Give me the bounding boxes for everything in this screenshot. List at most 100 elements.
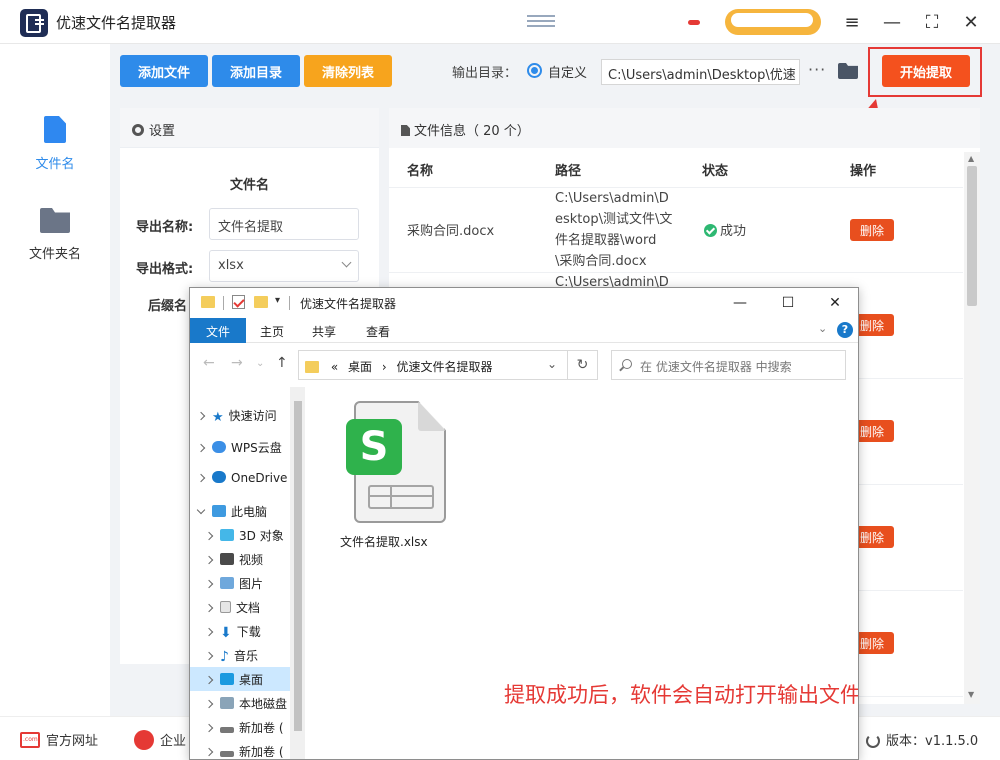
- tree-item-videos[interactable]: 视频: [190, 547, 290, 571]
- breadcrumb-desktop[interactable]: 桌面: [348, 360, 372, 374]
- ribbon-expand-icon[interactable]: ⌄: [818, 322, 827, 335]
- tree-scroll-thumb[interactable]: [294, 401, 302, 731]
- menu-icon[interactable]: ≡: [838, 8, 866, 36]
- custom-radio-label: 自定义: [548, 66, 588, 81]
- chevron-right-icon[interactable]: [196, 443, 206, 453]
- breadcrumb-overflow[interactable]: «: [331, 360, 338, 374]
- spreadsheet-grid-icon: [368, 485, 434, 509]
- separator: [289, 296, 290, 310]
- sidebar: 文件名 文件夹名: [0, 44, 110, 716]
- up-arrow-icon[interactable]: ↑: [276, 355, 288, 371]
- output-path-input[interactable]: C:\Users\admin\Desktop\优速: [601, 59, 800, 85]
- close-icon[interactable]: ✕: [957, 8, 985, 36]
- tree-item-downloads[interactable]: ⬇ 下载: [190, 619, 290, 643]
- chevron-right-icon[interactable]: [204, 747, 214, 757]
- promo-banner[interactable]: [725, 9, 821, 35]
- chevron-right-icon[interactable]: [204, 651, 214, 661]
- refresh-button[interactable]: ↻: [568, 350, 598, 380]
- tree-item-wps-cloud[interactable]: WPS云盘: [190, 435, 290, 459]
- tree-item-pictures[interactable]: 图片: [190, 571, 290, 595]
- clear-list-button[interactable]: 清除列表: [304, 55, 392, 87]
- chevron-right-icon[interactable]: [204, 579, 214, 589]
- sidebar-item-filename[interactable]: 文件名: [0, 116, 110, 172]
- breadcrumb-separator[interactable]: ›: [382, 360, 387, 374]
- version-info[interactable]: 版本：v1.1.5.0: [866, 730, 978, 749]
- annotation-text: 提取成功后，软件会自动打开输出文件夹: [504, 683, 859, 707]
- ribbon-tabs: 文件 主页 共享 查看 ⌄ ?: [190, 318, 858, 343]
- app-logo-icon: [20, 9, 48, 37]
- breadcrumb-current[interactable]: 优速文件名提取器: [396, 360, 492, 374]
- tree-item-documents[interactable]: 文档: [190, 595, 290, 619]
- tree-item-this-pc[interactable]: 此电脑: [190, 499, 290, 523]
- properties-icon[interactable]: [232, 295, 245, 309]
- start-extract-button[interactable]: 开始提取: [882, 55, 970, 87]
- chevron-right-icon[interactable]: [196, 411, 206, 421]
- settings-section-title: 文件名: [229, 178, 269, 193]
- file-info-title: 文件信息（ 20 个）: [414, 124, 530, 139]
- website-link[interactable]: 官方网址: [20, 730, 98, 749]
- tree-item-local-disk[interactable]: 本地磁盘: [190, 691, 290, 715]
- chevron-down-icon[interactable]: [196, 505, 206, 515]
- search-input[interactable]: 在 优速文件名提取器 中搜索: [611, 350, 846, 380]
- file-list-scrollbar[interactable]: ▲ ▼: [964, 152, 980, 704]
- enterprise-icon: [134, 730, 154, 750]
- minimize-icon[interactable]: —: [725, 292, 755, 314]
- chevron-right-icon[interactable]: [204, 531, 214, 541]
- new-folder-icon[interactable]: [254, 296, 268, 308]
- more-icon[interactable]: ···: [808, 60, 826, 79]
- maximize-icon[interactable]: ☐: [773, 292, 803, 314]
- delete-button[interactable]: 删除: [850, 219, 894, 241]
- drive-icon: [220, 697, 234, 709]
- file-area: S 文件名提取.xlsx 提取成功后，软件会自动打开输出文件夹: [306, 387, 859, 759]
- skin-icon[interactable]: [527, 15, 555, 29]
- drive-icon: [220, 727, 234, 733]
- chevron-right-icon[interactable]: [204, 723, 214, 733]
- explorer-title: 优速文件名提取器: [300, 297, 397, 311]
- custom-radio[interactable]: [527, 63, 542, 78]
- scroll-down-icon[interactable]: ▼: [968, 690, 974, 699]
- scroll-up-icon[interactable]: ▲: [968, 154, 974, 163]
- chevron-right-icon[interactable]: [204, 675, 214, 685]
- help-icon[interactable]: ?: [837, 322, 853, 338]
- tab-file[interactable]: 文件: [190, 318, 246, 343]
- maximize-icon[interactable]: ⛶: [918, 8, 946, 36]
- chevron-right-icon[interactable]: [204, 555, 214, 565]
- export-format-select[interactable]: xlsx: [209, 250, 359, 282]
- tree-item-new-volume-2[interactable]: 新加卷 (: [190, 739, 290, 759]
- close-icon[interactable]: ✕: [820, 292, 850, 314]
- success-icon: [704, 224, 717, 237]
- address-bar[interactable]: « 桌面 › 优速文件名提取器 ⌄: [298, 350, 568, 380]
- chevron-right-icon[interactable]: [204, 627, 214, 637]
- add-directory-button[interactable]: 添加目录: [212, 55, 300, 87]
- sidebar-item-foldername[interactable]: 文件夹名: [0, 208, 110, 262]
- add-file-button[interactable]: 添加文件: [120, 55, 208, 87]
- tree-item-onedrive[interactable]: OneDrive: [190, 467, 290, 491]
- address-dropdown-icon[interactable]: ⌄: [547, 357, 557, 371]
- document-icon: [220, 601, 231, 613]
- tree-item-new-volume-1[interactable]: 新加卷 (: [190, 715, 290, 739]
- tab-view[interactable]: 查看: [356, 318, 400, 343]
- tree-item-music[interactable]: ♪ 音乐: [190, 643, 290, 667]
- export-name-input[interactable]: 文件名提取: [209, 208, 359, 240]
- recent-dropdown-icon[interactable]: ⌄: [256, 358, 264, 369]
- tree-item-desktop[interactable]: 桌面: [190, 667, 290, 691]
- document-icon: [44, 116, 66, 143]
- enterprise-link[interactable]: 企业: [134, 730, 186, 750]
- minimize-icon[interactable]: —: [878, 8, 906, 36]
- forward-arrow-icon[interactable]: →: [231, 355, 243, 371]
- enterprise-label: 企业: [160, 734, 187, 749]
- separator: [223, 296, 224, 310]
- chevron-right-icon[interactable]: [204, 699, 214, 709]
- tree-item-quick-access[interactable]: ★ 快速访问: [190, 403, 290, 427]
- chevron-right-icon[interactable]: [196, 473, 206, 483]
- scroll-thumb[interactable]: [967, 166, 977, 306]
- tree-item-3d-objects[interactable]: 3D 对象: [190, 523, 290, 547]
- chevron-right-icon[interactable]: [204, 603, 214, 613]
- file-name-label[interactable]: 文件名提取.xlsx: [340, 533, 460, 550]
- xlsx-file-item[interactable]: S: [346, 401, 446, 525]
- quick-access-dropdown-icon[interactable]: ▾: [275, 295, 280, 306]
- back-arrow-icon[interactable]: ←: [203, 355, 215, 371]
- tab-home[interactable]: 主页: [250, 318, 294, 343]
- tab-share[interactable]: 共享: [302, 318, 346, 343]
- music-icon: ♪: [220, 649, 229, 665]
